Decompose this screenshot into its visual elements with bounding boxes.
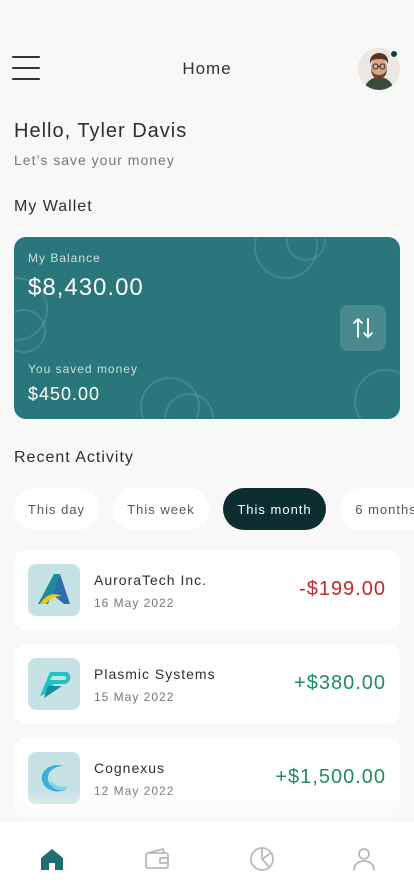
wallet-card[interactable]: My Balance $8,430.00 You saved money $45… xyxy=(14,237,400,419)
swap-arrows-icon[interactable] xyxy=(340,305,386,351)
balance-label: My Balance xyxy=(28,251,101,265)
activity-date: 16 May 2022 xyxy=(94,596,175,610)
activity-name: AuroraTech Inc. xyxy=(94,572,208,588)
activity-section-title: Recent Activity xyxy=(14,449,134,466)
filter-this-day[interactable]: This day xyxy=(14,488,99,530)
saved-value: $450.00 xyxy=(28,384,101,404)
activity-amount: +$1,500.00 xyxy=(275,766,386,788)
plasmic-logo xyxy=(28,658,80,710)
activity-name: Plasmic Systems xyxy=(94,666,216,682)
activity-item[interactable]: Plasmic Systems 15 May 2022 +$380.00 xyxy=(14,644,400,724)
greeting-subtitle: Let’s save your money xyxy=(14,152,175,168)
activity-amount: +$380.00 xyxy=(294,672,386,694)
activity-item[interactable]: AuroraTech Inc. 16 May 2022 -$199.00 xyxy=(14,550,400,630)
profile-icon[interactable] xyxy=(349,844,379,874)
top-bar: Home xyxy=(0,44,414,94)
saved-label: You saved money xyxy=(28,362,138,376)
notification-dot xyxy=(390,50,398,58)
home-icon[interactable] xyxy=(37,844,67,874)
wallet-icon[interactable] xyxy=(142,844,172,874)
pie-chart-icon[interactable] xyxy=(247,844,277,874)
filter-this-week[interactable]: This week xyxy=(113,488,209,530)
balance-value: $8,430.00 xyxy=(28,274,144,301)
scroll-fade xyxy=(0,790,414,824)
auroratech-logo xyxy=(28,564,80,616)
activity-date: 15 May 2022 xyxy=(94,690,175,704)
filter-this-month[interactable]: This month xyxy=(223,488,326,530)
decor-circle xyxy=(354,369,400,419)
greeting-title: Hello, Tyler Davis xyxy=(14,120,188,142)
wallet-section-title: My Wallet xyxy=(14,198,93,215)
period-filter-tabs: This day This week This month 6 months xyxy=(14,488,414,530)
activity-amount: -$199.00 xyxy=(299,578,386,600)
filter-6-months[interactable]: 6 months xyxy=(340,488,414,530)
page-title: Home xyxy=(182,59,232,78)
activity-name: Cognexus xyxy=(94,760,166,776)
bottom-navigation xyxy=(0,822,414,896)
